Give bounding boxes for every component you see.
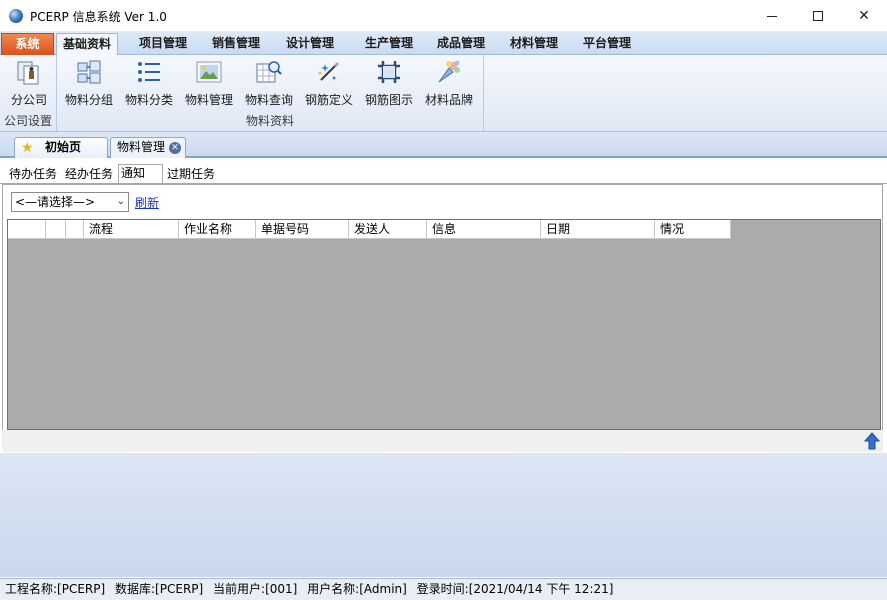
minimize-button[interactable]	[749, 0, 795, 32]
doc-tab-home-label: 初始页	[45, 140, 82, 154]
close-icon: ✕	[858, 8, 870, 24]
grid-col-flag[interactable]	[46, 220, 66, 239]
menu-tab-system[interactable]: 系统	[1, 33, 54, 55]
task-grid: 流程 作业名称 单据号码 发送人 信息 日期 情况	[7, 219, 881, 430]
star-icon: ★	[21, 140, 34, 156]
menu-tab-sales[interactable]: 销售管理	[206, 33, 266, 55]
grid-col-info[interactable]: 信息	[427, 220, 541, 239]
branch-company-icon	[17, 61, 39, 85]
material-brand-button[interactable]: 材料品牌	[420, 58, 478, 112]
material-brand-label: 材料品牌	[424, 93, 473, 107]
filter-row: <—请选择—> ⌄ 刷新	[7, 191, 877, 213]
window-title: PCERP 信息系统 Ver 1.0	[30, 10, 167, 24]
menu-tab-production[interactable]: 生产管理	[359, 33, 419, 55]
menu-tab-materials[interactable]: 材料管理	[504, 33, 564, 55]
scroll-up-arrow-icon[interactable]	[864, 432, 880, 450]
ribbon-group-company: 分公司 公司设置	[0, 55, 57, 131]
material-brand-icon	[438, 60, 460, 83]
branch-company-label: 分公司	[10, 93, 47, 107]
subtab-todo[interactable]: 待办任务	[7, 166, 59, 184]
status-database: 数据库:[PCERP]	[115, 582, 204, 596]
close-button[interactable]: ✕	[841, 0, 887, 32]
maximize-icon	[813, 11, 823, 21]
material-category-button[interactable]: 物料分类	[120, 58, 178, 112]
panel-footer	[2, 430, 883, 452]
material-manage-button[interactable]: 物料管理	[180, 58, 238, 112]
subtab-notice[interactable]: 通知	[118, 164, 163, 184]
grid-col-sender[interactable]: 发送人	[349, 220, 427, 239]
menu-tab-basic-data[interactable]: 基础资料	[56, 33, 119, 56]
group-label-company: 公司设置	[3, 114, 52, 128]
rebar-diagram-label: 钢筋图示	[364, 93, 413, 107]
minimize-icon	[767, 15, 777, 17]
refresh-link[interactable]: 刷新	[135, 194, 159, 211]
ribbon: 分公司 公司设置 物料分组 物料分类 物料管理 物料查询 钢筋定义 钢筋图示 材…	[0, 55, 887, 132]
material-category-icon	[138, 62, 160, 82]
material-query-label: 物料查询	[244, 93, 293, 107]
material-group-icon	[77, 60, 101, 84]
grid-col-job-name[interactable]: 作业名称	[179, 220, 256, 239]
material-query-icon	[256, 61, 282, 83]
status-bar: 工程名称:[PCERP] 数据库:[PCERP] 当前用户:[001] 用户名称…	[0, 578, 887, 600]
chevron-down-icon: ⌄	[116, 196, 125, 207]
material-group-button[interactable]: 物料分组	[60, 58, 118, 112]
grid-header: 流程 作业名称 单据号码 发送人 信息 日期 情况	[8, 220, 731, 239]
close-tab-icon[interactable]: ✕	[169, 142, 181, 154]
material-category-label: 物料分类	[124, 93, 173, 107]
grid-col-select[interactable]	[8, 220, 46, 239]
material-manage-icon	[196, 61, 222, 83]
grid-col-status[interactable]: 情况	[655, 220, 731, 239]
notice-panel: <—请选择—> ⌄ 刷新 流程 作业名称 单据号码 发送人 信息 日期 情况	[2, 184, 883, 452]
branch-company-button[interactable]: 分公司	[0, 58, 58, 112]
grid-col-date[interactable]: 日期	[541, 220, 655, 239]
rebar-define-button[interactable]: 钢筋定义	[300, 58, 358, 112]
material-query-button[interactable]: 物料查询	[240, 58, 298, 112]
group-label-materials: 物料资料	[245, 114, 294, 128]
filter-select[interactable]: <—请选择—> ⌄	[11, 192, 129, 212]
title-bar: PCERP 信息系统 Ver 1.0 ✕	[0, 0, 887, 32]
subtab-handled[interactable]: 经办任务	[63, 166, 115, 184]
doc-tab-material[interactable]: 物料管理 ✕	[110, 137, 186, 158]
status-project: 工程名称:[PCERP]	[5, 582, 106, 596]
status-user-name: 用户名称:[Admin]	[307, 582, 407, 596]
workspace-background	[0, 453, 887, 577]
rebar-diagram-icon	[378, 61, 400, 83]
material-manage-label: 物料管理	[184, 93, 233, 107]
menu-tab-design[interactable]: 设计管理	[280, 33, 340, 55]
menu-tab-finished-goods[interactable]: 成品管理	[431, 33, 491, 55]
status-current-user: 当前用户:[001]	[213, 582, 298, 596]
menu-tab-platform[interactable]: 平台管理	[577, 33, 637, 55]
document-tabs: ★ 初始页 物料管理 ✕	[0, 132, 887, 158]
maximize-button[interactable]	[795, 0, 841, 32]
doc-tab-material-label: 物料管理	[117, 140, 166, 154]
status-login-time: 登录时间:[2021/04/14 下午 12:21]	[416, 582, 614, 596]
rebar-define-label: 钢筋定义	[304, 93, 353, 107]
material-group-label: 物料分组	[64, 93, 113, 107]
ribbon-group-materials: 物料分组 物料分类 物料管理 物料查询 钢筋定义 钢筋图示 材料品牌 物料资料	[57, 55, 484, 131]
subtab-expired[interactable]: 过期任务	[165, 166, 217, 184]
grid-col-mark[interactable]	[66, 220, 84, 239]
menu-bar: 系统 基础资料 项目管理 销售管理 设计管理 生产管理 成品管理 材料管理 平台…	[0, 32, 887, 56]
grid-col-doc-number[interactable]: 单据号码	[256, 220, 349, 239]
grid-col-process[interactable]: 流程	[84, 220, 179, 239]
doc-tab-home[interactable]: ★ 初始页	[14, 137, 108, 158]
filter-select-value: <—请选择—>	[15, 195, 96, 209]
task-subtabs: 待办任务 经办任务 通知 过期任务	[0, 164, 887, 184]
rebar-diagram-button[interactable]: 钢筋图示	[360, 58, 418, 112]
app-icon	[9, 9, 23, 23]
rebar-define-icon	[318, 61, 340, 81]
menu-tab-project[interactable]: 项目管理	[133, 33, 193, 55]
